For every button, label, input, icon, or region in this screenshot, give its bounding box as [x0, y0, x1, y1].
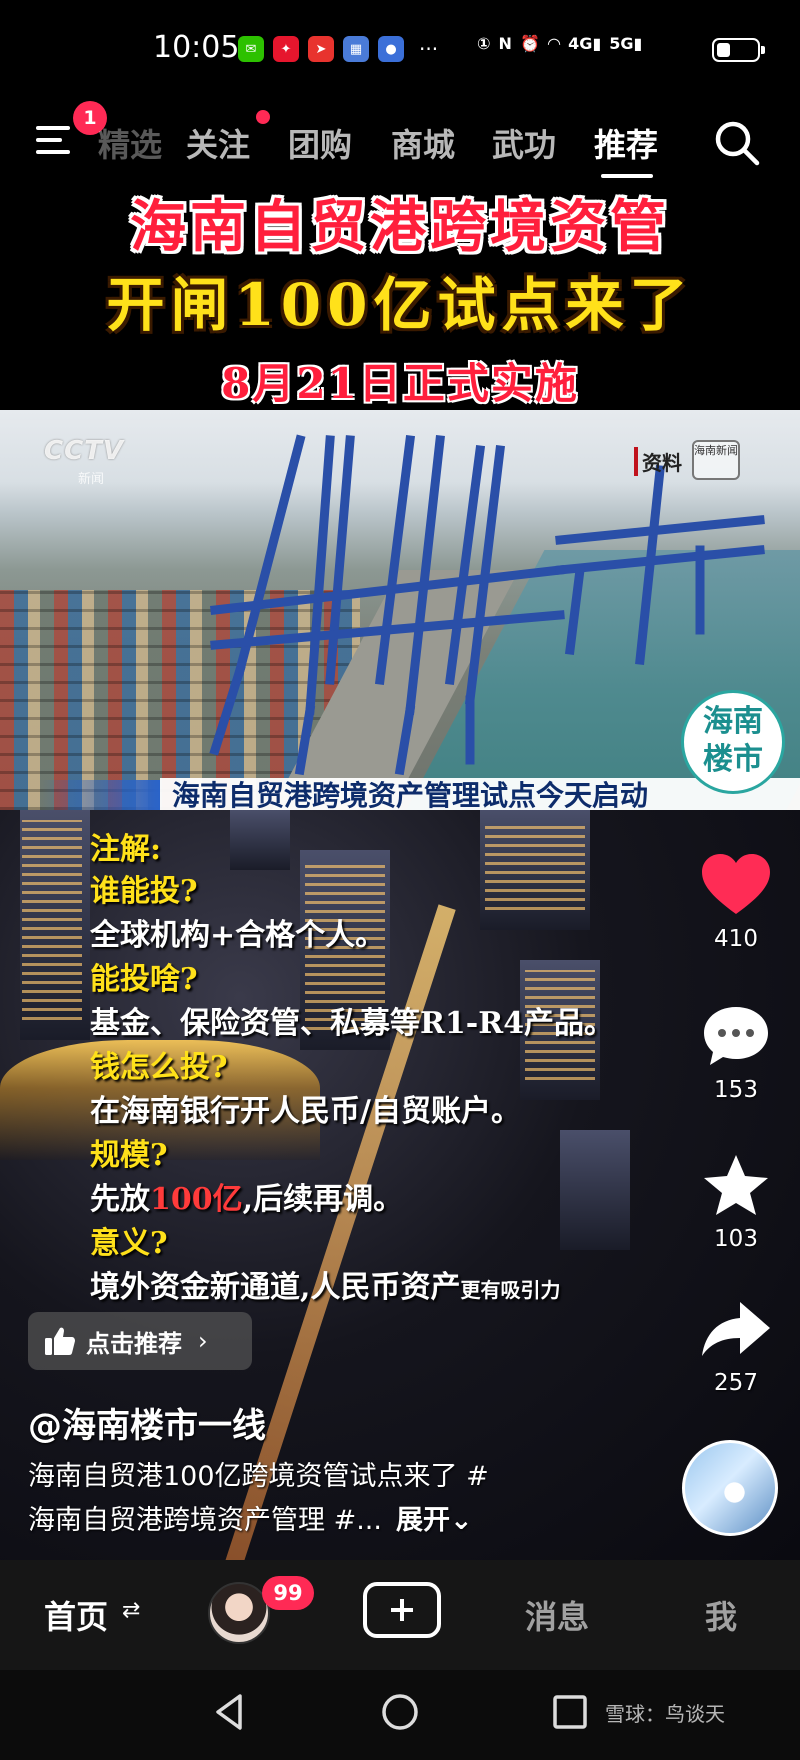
video-title-date: 8月21日正式实施: [221, 359, 579, 408]
signal-5g-icon: 5G▮: [609, 34, 643, 53]
video-title-line1: 海南自贸港跨境资管: [130, 195, 670, 260]
wifi-icon: ◠: [547, 34, 561, 53]
menu-icon[interactable]: [36, 124, 74, 156]
recents-icon[interactable]: [550, 1692, 590, 1732]
tab-me[interactable]: 我: [705, 1592, 737, 1638]
note-answer: 基金、保险资管、私募等R1-R4产品。: [90, 1006, 615, 1041]
recommend-chip[interactable]: 点击推荐 ›: [28, 1312, 252, 1370]
back-icon[interactable]: [210, 1692, 250, 1732]
recommend-label: 点击推荐: [86, 1329, 182, 1358]
sim1-icon: ①: [477, 34, 491, 53]
caption-line2: 海南自贸港跨境资产管理 #... 展开⌄: [28, 1505, 473, 1536]
favorite-button[interactable]: 103: [700, 1152, 772, 1252]
heart-icon: [702, 854, 770, 914]
bottom-tab-bar: 首页 ⇄ 99 消息 我: [0, 1560, 800, 1670]
note-question: 谁能投?: [90, 874, 198, 909]
qq-icon: ●: [378, 36, 404, 62]
note-answer: 在海南银行开人民币/自贸账户。: [90, 1094, 521, 1129]
note-answer: 先放100亿,后续再调。: [90, 1182, 404, 1217]
comment-icon: [704, 1007, 768, 1065]
chevron-right-icon: ›: [198, 1327, 208, 1355]
share-arrow-icon: [702, 1302, 770, 1356]
battery-icon: [712, 38, 765, 62]
tab-recommend[interactable]: 推荐: [594, 120, 658, 166]
weibo-icon: ✦: [273, 36, 299, 62]
like-button[interactable]: 410: [700, 852, 772, 952]
thumbs-up-icon: [45, 1327, 75, 1355]
top-tab-bar: 1 精选 关注 团购 商城 武功 推荐: [0, 100, 800, 180]
create-post-button[interactable]: [363, 1582, 441, 1638]
tab-messages[interactable]: 消息: [525, 1592, 589, 1638]
home-icon[interactable]: [380, 1692, 420, 1732]
watermark: 雪球：鸟谈天: [605, 1702, 725, 1726]
more-notifications-icon: ···: [419, 37, 439, 61]
note-question: 钱怎么投?: [90, 1050, 228, 1085]
broadcaster-logo: CCTV: [44, 436, 125, 466]
ticker-accent: [40, 780, 160, 810]
video-title-line2: 开闸100亿试点来了: [106, 271, 694, 339]
notes-heading: 注解:: [90, 832, 162, 867]
share-button[interactable]: 257: [700, 1296, 772, 1396]
signal-4g-icon: 4G▮: [568, 34, 602, 53]
source-tag: 资料: [634, 447, 682, 476]
app-blue-icon: ▦: [343, 36, 369, 62]
comment-button[interactable]: 153: [700, 1003, 772, 1103]
friends-badge: 99: [262, 1576, 314, 1610]
following-dot: [256, 110, 270, 124]
friends-avatar[interactable]: [208, 1582, 270, 1644]
author-name[interactable]: @海南楼市一线: [28, 1398, 266, 1447]
station-logo: 海南新闻: [692, 440, 740, 480]
note-question: 能投啥?: [90, 962, 198, 997]
note-question: 意义?: [90, 1226, 168, 1261]
caption-line1: 海南自贸港100亿跨境资管试点来了 #: [28, 1461, 489, 1492]
status-bar: 10:05 ✉ ✦ ➤ ▦ ● ··· ① N ⏰ ◠ 4G▮ 5G▮: [0, 0, 800, 100]
favorite-count: 103: [714, 1226, 758, 1252]
wechat-icon: ✉: [238, 36, 264, 62]
tab-featured[interactable]: 精选: [98, 120, 162, 166]
tab-mall[interactable]: 商城: [391, 120, 455, 166]
tab-group-buy[interactable]: 团购: [288, 120, 352, 166]
tab-kungfu[interactable]: 武功: [492, 120, 556, 166]
note-answer: 境外资金新通道,人民币资产更有吸引力: [90, 1270, 561, 1305]
star-icon: [704, 1155, 768, 1215]
search-icon[interactable]: [712, 118, 762, 168]
share-count: 257: [714, 1370, 758, 1396]
channel-seal: 海南 楼市: [681, 690, 785, 794]
notification-icons: ✉ ✦ ➤ ▦ ● ···: [238, 36, 438, 62]
news-clip[interactable]: CCTV 新闻 资料 海南新闻 海南自贸港跨境资产管理试点今天启动 海南 楼市: [0, 410, 800, 810]
nfc-icon: N: [498, 34, 512, 53]
comment-count: 153: [714, 1077, 758, 1103]
app-red-icon: ➤: [308, 36, 334, 62]
swap-icon[interactable]: ⇄: [122, 1598, 140, 1623]
note-answer: 全球机构+合格个人。: [90, 918, 386, 953]
system-nav-bar: 雪球：鸟谈天: [0, 1670, 800, 1760]
status-time: 10:05: [153, 30, 240, 65]
note-highlight: 100亿: [150, 1182, 243, 1217]
broadcaster-sub: 新闻: [78, 472, 105, 487]
video-caption: 海南自贸港100亿跨境资管试点来了 # 海南自贸港跨境资产管理 #... 展开⌄: [28, 1455, 668, 1543]
like-count: 410: [714, 926, 758, 952]
video-notes: 注解: 谁能投? 全球机构+合格个人。 能投啥? 基金、保险资管、私募等R1-R…: [90, 830, 614, 1310]
note-question: 规模?: [90, 1138, 168, 1173]
system-icons: ① N ⏰ ◠ 4G▮ 5G▮: [477, 34, 642, 53]
alarm-icon: ⏰: [519, 34, 540, 53]
tab-following[interactable]: 关注: [186, 120, 250, 166]
expand-caption-button[interactable]: 展开⌄: [396, 1505, 473, 1536]
author-avatar[interactable]: [682, 1440, 778, 1536]
active-tab-indicator: [601, 174, 653, 178]
tab-home[interactable]: 首页: [44, 1592, 108, 1638]
